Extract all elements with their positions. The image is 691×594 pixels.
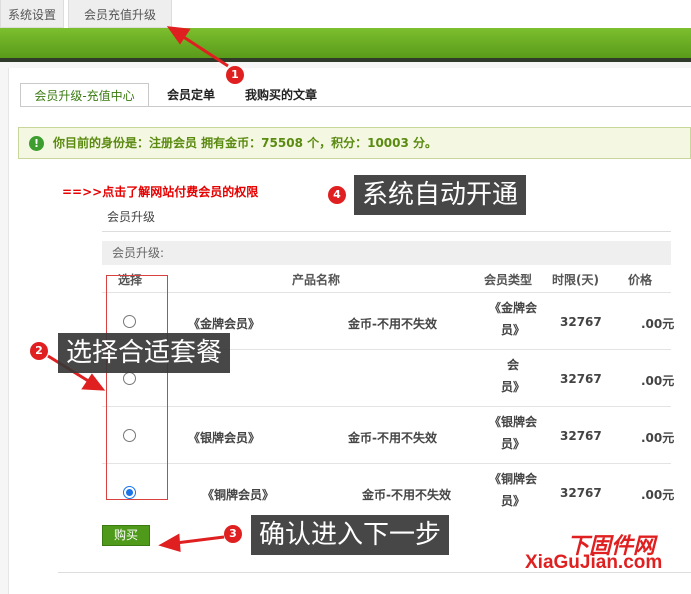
step-badge-1: 1 (226, 66, 244, 84)
header-days: 时限(天) (552, 273, 599, 287)
table-row: 《银牌会员》 金币-不用不失效 《银牌会 员》 32767 .00元 (102, 406, 675, 463)
buy-button[interactable]: 购买 (102, 525, 150, 546)
step-badge-3: 3 (224, 525, 242, 543)
price-value: .00元 (641, 317, 675, 331)
days-value: 32767 (560, 315, 602, 329)
days-value: 32767 (560, 372, 602, 386)
notice-text: 你目前的身份是：注册会员 拥有金币：75508 个，积分：10003 分。 (53, 136, 438, 150)
header-product-name: 产品名称 (292, 273, 341, 287)
screenshot-root: 系统设置 会员充值升级 会员升级-充值中心 会员定单 我购买的文章 ! 你目前的… (0, 0, 691, 594)
member-type: 《铜牌会 员》 (488, 472, 537, 508)
green-header-bar (0, 28, 691, 58)
info-icon: ! (29, 136, 44, 151)
tab-purchased-articles[interactable]: 我购买的文章 (245, 83, 317, 107)
product-name: 《银牌会员》 金币-不用不失效 (188, 431, 437, 445)
top-tab-bar: 系统设置 会员充值升级 (0, 0, 691, 28)
identity-notice: ! 你目前的身份是：注册会员 拥有金币：75508 个，积分：10003 分。 (18, 127, 691, 159)
member-type: 《金牌会 员》 (488, 301, 537, 337)
price-value: .00元 (641, 488, 675, 502)
section-divider (102, 231, 671, 232)
sub-tab-underline (20, 106, 691, 107)
callout-choose-package: 选择合适套餐 (58, 333, 231, 373)
table-row: 《铜牌会员》 金币-不用不失效 《铜牌会 员》 32767 .00元 (102, 463, 675, 520)
member-type: 《银牌会 员》 (488, 415, 537, 451)
member-type: 会员》 (500, 358, 525, 394)
step-badge-4: 4 (328, 186, 346, 204)
tab-member-upgrade[interactable]: 会员充值升级 (68, 0, 172, 28)
product-name: 《金牌会员》 金币-不用不失效 (188, 317, 437, 331)
form-header: 会员升级: (102, 241, 671, 265)
product-name: 《铜牌会员》 金币-不用不失效 (202, 488, 451, 502)
tab-upgrade-center[interactable]: 会员升级-充值中心 (20, 83, 149, 107)
section-title: 会员升级 (107, 210, 156, 224)
privilege-link[interactable]: ==>>点击了解网站付费会员的权限 (62, 183, 258, 200)
days-value: 32767 (560, 486, 602, 500)
package-table: 选择 产品名称 会员类型 时限(天) 价格 《金牌会员》 金币-不用不失效 《金牌… (102, 265, 675, 520)
header-member-type: 会员类型 (484, 273, 533, 287)
tab-system-settings[interactable]: 系统设置 (0, 0, 64, 28)
table-header-row: 选择 产品名称 会员类型 时限(天) 价格 (102, 265, 671, 292)
price-value: .00元 (641, 431, 675, 445)
header-price: 价格 (628, 273, 653, 287)
step-badge-2: 2 (30, 342, 48, 360)
tab-member-orders[interactable]: 会员定单 (167, 83, 215, 107)
selection-highlight-box (106, 275, 168, 500)
days-value: 32767 (560, 429, 602, 443)
callout-next-step: 确认进入下一步 (251, 515, 450, 555)
callout-auto-activate: 系统自动开通 (354, 175, 527, 215)
price-value: .00元 (641, 374, 675, 388)
watermark-en: XiaGuJian.com (525, 552, 663, 573)
site-watermark: 下固件网 XiaGuJian.com (525, 528, 685, 588)
